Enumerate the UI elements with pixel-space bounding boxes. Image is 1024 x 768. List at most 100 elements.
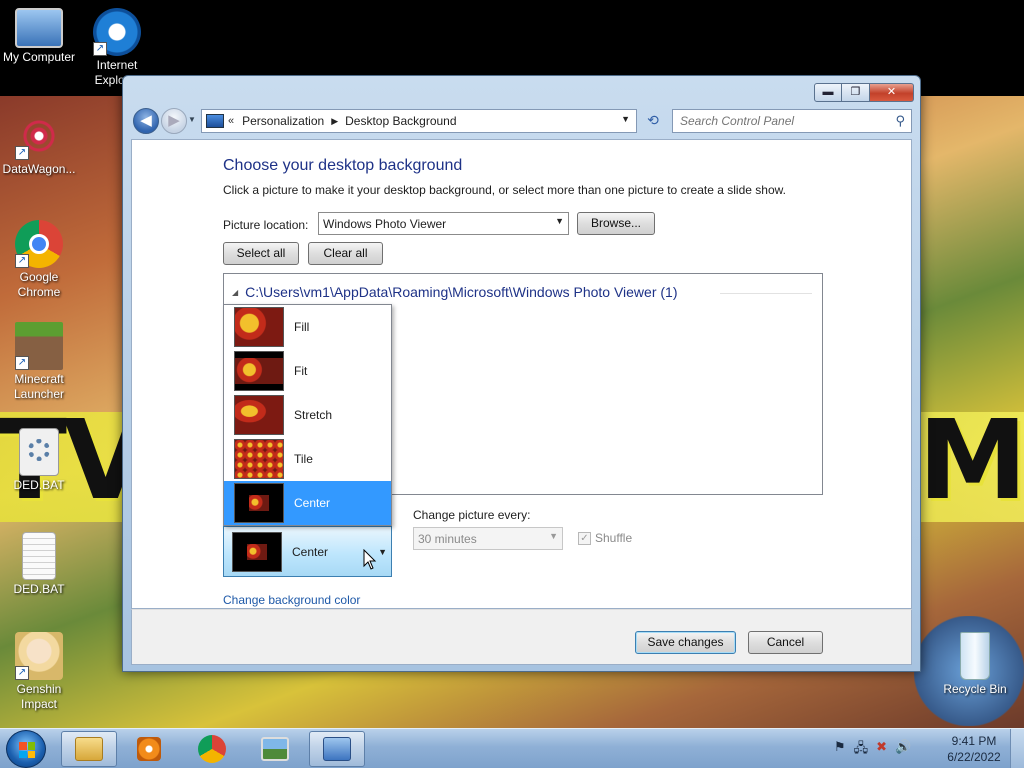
clock[interactable]: 9:41 PM 6/22/2022 bbox=[944, 733, 1004, 765]
picture-location-select[interactable]: Windows Photo Viewer ▼ bbox=[318, 212, 569, 235]
search-input[interactable] bbox=[673, 110, 883, 132]
desktop-icon-my-computer[interactable]: My Computer bbox=[0, 8, 78, 65]
position-option-center[interactable]: Center bbox=[224, 481, 391, 525]
shortcut-arrow-icon: ↗ bbox=[15, 146, 29, 160]
network-icon[interactable]: 🖧 bbox=[854, 739, 869, 761]
internet-explorer-icon: ↗ bbox=[93, 8, 141, 56]
maximize-button[interactable]: ❐ bbox=[842, 83, 870, 102]
network-disconnected-icon[interactable]: ✖ bbox=[876, 739, 887, 761]
interval-select[interactable]: 30 minutes ▼ bbox=[413, 527, 563, 550]
position-option-label: Tile bbox=[294, 452, 313, 466]
media-player-icon bbox=[137, 737, 161, 761]
clock-time: 9:41 PM bbox=[951, 734, 997, 748]
desktop-icon-label: Genshin Impact bbox=[16, 682, 62, 711]
interval-value: 30 minutes bbox=[418, 531, 477, 546]
breadcrumb-desktop-background[interactable]: Desktop Background bbox=[345, 114, 456, 128]
clear-all-button[interactable]: Clear all bbox=[308, 242, 383, 265]
position-option-fill[interactable]: Fill bbox=[224, 305, 391, 349]
folder-group-path: C:\Users\vm1\AppData\Roaming\Microsoft\W… bbox=[245, 284, 678, 300]
chevron-down-icon: ▼ bbox=[555, 216, 564, 226]
control-panel-icon bbox=[323, 737, 351, 761]
desktop-icon-label: DED.BAT bbox=[13, 582, 65, 596]
dialog-footer: Save changes Cancel bbox=[131, 609, 912, 665]
taskbar-chrome[interactable] bbox=[184, 731, 240, 767]
position-option-fit[interactable]: Fit bbox=[224, 349, 391, 393]
collapse-triangle-icon[interactable]: ◢ bbox=[232, 288, 238, 297]
minimize-button[interactable]: ▬ bbox=[814, 83, 842, 102]
stretch-position-thumbnail bbox=[234, 395, 284, 435]
position-option-tile[interactable]: Tile bbox=[224, 437, 391, 481]
picture-position-list: Fill Fit Stretch Tile Center bbox=[223, 304, 392, 526]
volume-icon[interactable]: 🔊 bbox=[895, 739, 911, 761]
taskbar-media-player[interactable] bbox=[121, 731, 177, 767]
folder-group-divider bbox=[720, 293, 812, 294]
center-position-thumbnail bbox=[234, 483, 284, 523]
search-icon[interactable]: ⚲ bbox=[895, 113, 905, 129]
picture-location-value: Windows Photo Viewer bbox=[323, 216, 447, 231]
tile-position-thumbnail bbox=[234, 439, 284, 479]
control-panel-icon bbox=[206, 114, 224, 128]
show-desktop-button[interactable] bbox=[1010, 729, 1024, 768]
system-tray: ⚑ 🖧 ✖ 🔊 bbox=[834, 739, 911, 761]
taskbar-control-panel[interactable] bbox=[309, 731, 365, 767]
desktop-icon-label: My Computer bbox=[2, 50, 76, 64]
shuffle-label: Shuffle bbox=[595, 531, 633, 545]
breadcrumb-personalization[interactable]: Personalization bbox=[242, 114, 324, 128]
browse-button[interactable]: Browse... bbox=[577, 212, 655, 235]
recycle-bin-icon bbox=[960, 632, 990, 680]
save-changes-button[interactable]: Save changes bbox=[635, 631, 736, 654]
text-file-icon bbox=[22, 532, 56, 580]
desktop-icon-ded-bat-1[interactable]: DED.BAT bbox=[0, 428, 78, 493]
position-option-label: Stretch bbox=[294, 408, 333, 422]
chrome-icon bbox=[198, 735, 226, 763]
clock-date: 6/22/2022 bbox=[947, 750, 1001, 764]
action-center-flag-icon[interactable]: ⚑ bbox=[834, 739, 846, 761]
desktop-icon-google-chrome[interactable]: ↗ Google Chrome bbox=[0, 220, 78, 300]
taskbar: ⚑ 🖧 ✖ 🔊 9:41 PM 6/22/2022 bbox=[0, 728, 1024, 768]
close-button[interactable]: ✕ bbox=[870, 83, 914, 102]
desktop-icon-recycle-bin[interactable]: Recycle Bin bbox=[936, 632, 1014, 697]
desktop-icon-label: DED.BAT bbox=[13, 478, 65, 492]
cancel-button[interactable]: Cancel bbox=[748, 631, 823, 654]
fit-position-thumbnail bbox=[234, 351, 284, 391]
datawagon-icon: ↗ bbox=[15, 112, 63, 160]
forward-button[interactable]: ▶ bbox=[161, 108, 187, 134]
breadcrumb-separator-icon[interactable]: ▶ bbox=[331, 116, 338, 127]
desktop-icon-label: Google Chrome bbox=[17, 270, 61, 299]
search-box[interactable]: ⚲ bbox=[672, 109, 912, 133]
refresh-icon[interactable]: ⟲ bbox=[641, 109, 665, 133]
navigation-bar: ◀ ▶ ▼ « Personalization ▶ Desktop Backgr… bbox=[131, 107, 912, 135]
start-button[interactable] bbox=[6, 730, 46, 768]
taskbar-photo-viewer[interactable] bbox=[247, 731, 303, 767]
wallpaper-art-right: MS bbox=[918, 396, 1024, 524]
content-pane: Choose your desktop background Click a p… bbox=[131, 139, 912, 609]
chrome-icon: ↗ bbox=[15, 220, 63, 268]
picture-position-value: Center bbox=[292, 544, 329, 559]
back-button[interactable]: ◀ bbox=[133, 108, 159, 134]
desktop-icon-label: Recycle Bin bbox=[943, 682, 1007, 696]
taskbar-explorer[interactable] bbox=[61, 731, 117, 767]
photo-viewer-icon bbox=[261, 737, 289, 761]
address-bar[interactable]: « Personalization ▶ Desktop Background ▼ bbox=[201, 109, 637, 133]
shortcut-arrow-icon: ↗ bbox=[15, 356, 29, 370]
genshin-impact-icon: ↗ bbox=[15, 632, 63, 680]
shuffle-checkbox[interactable]: ✓ Shuffle bbox=[578, 531, 632, 545]
shortcut-arrow-icon: ↗ bbox=[15, 666, 29, 680]
desktop-icon-minecraft[interactable]: ↗ Minecraft Launcher bbox=[0, 322, 78, 402]
desktop-icon-ded-bat-2[interactable]: DED.BAT bbox=[0, 532, 78, 597]
position-option-stretch[interactable]: Stretch bbox=[224, 393, 391, 437]
computer-icon bbox=[15, 8, 63, 48]
address-overflow-chevron[interactable]: « bbox=[228, 115, 234, 127]
windows-logo-icon bbox=[19, 742, 35, 758]
desktop-icon-genshin-impact[interactable]: ↗ Genshin Impact bbox=[0, 632, 78, 712]
select-all-button[interactable]: Select all bbox=[223, 242, 299, 265]
minecraft-icon: ↗ bbox=[15, 322, 63, 370]
recent-pages-dropdown-icon[interactable]: ▼ bbox=[188, 115, 196, 124]
folder-group-header[interactable]: ◢ C:\Users\vm1\AppData\Roaming\Microsoft… bbox=[232, 284, 678, 300]
desktop-icon-datawagon[interactable]: ↗ DataWagon... bbox=[0, 112, 78, 177]
address-dropdown-icon[interactable]: ▼ bbox=[621, 114, 630, 124]
change-background-color-link[interactable]: Change background color bbox=[223, 593, 360, 607]
picture-location-label: Picture location: bbox=[223, 218, 309, 232]
picture-position-dropdown[interactable]: Center ▼ bbox=[223, 526, 392, 577]
fill-position-thumbnail bbox=[234, 307, 284, 347]
